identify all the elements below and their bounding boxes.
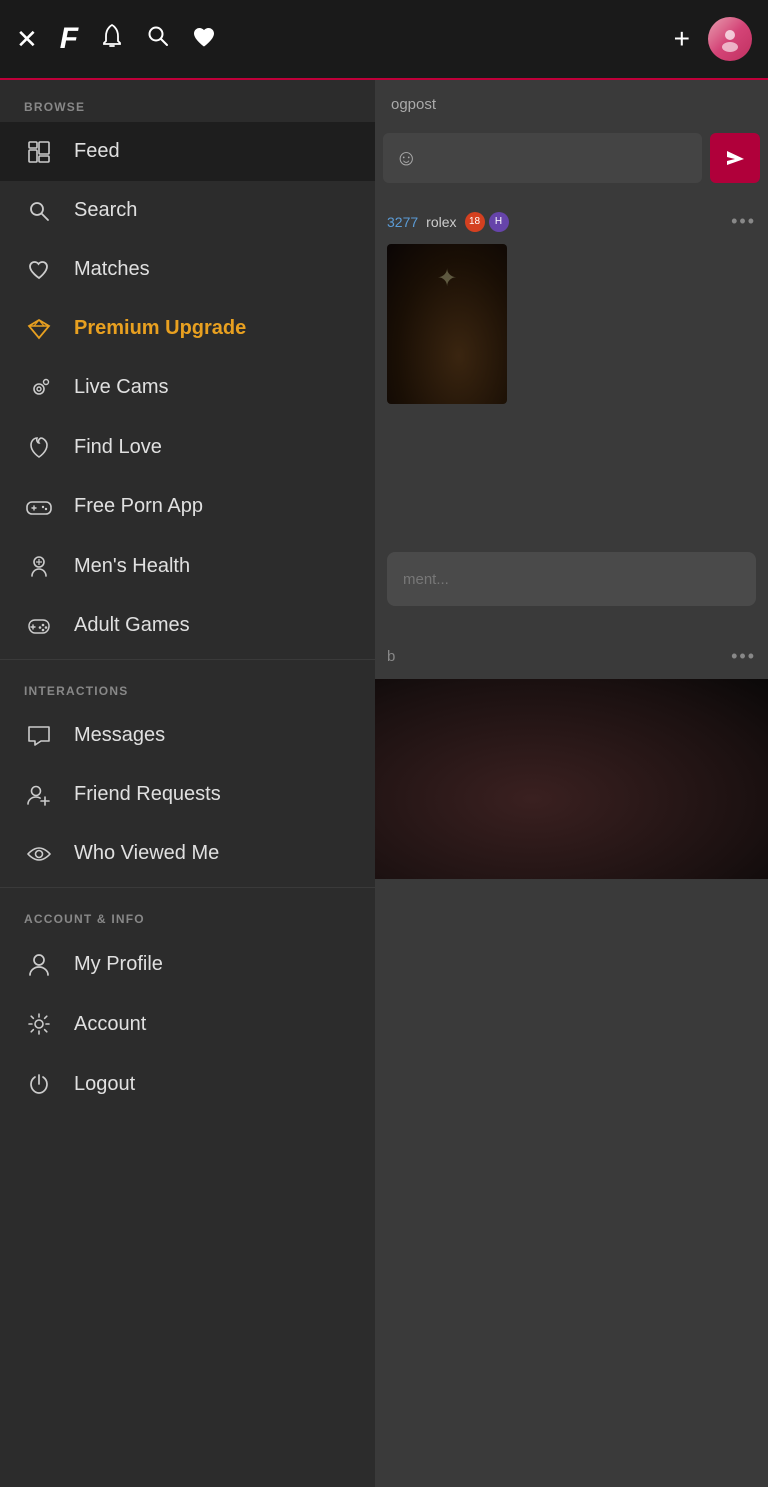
- whoviewedme-label: Who Viewed Me: [74, 842, 219, 865]
- comment-input[interactable]: ment...: [387, 552, 756, 606]
- post-user-num: 3277: [387, 214, 418, 230]
- sidebar-item-feed[interactable]: Feed: [0, 122, 375, 181]
- post-header-1: 3277 rolex 18 H •••: [375, 199, 768, 240]
- interactions-section-label: INTERACTIONS: [0, 664, 375, 706]
- post-image-1: ✦: [387, 244, 507, 404]
- sidebar-item-adultgames[interactable]: Adult Games: [0, 596, 375, 655]
- browse-section-label: BROWSE: [0, 80, 375, 122]
- search-menu-icon: [24, 200, 54, 222]
- findlove-label: Find Love: [74, 436, 162, 459]
- sidebar-item-findlove[interactable]: Find Love: [0, 417, 375, 477]
- post-badges: 18 H: [465, 212, 509, 232]
- divider-1: [0, 659, 375, 660]
- controller-icon: [24, 617, 54, 635]
- post2-image: [375, 679, 768, 879]
- sidebar-item-friendrequests[interactable]: Friend Requests: [0, 765, 375, 824]
- post-image-inner: ✦: [387, 244, 507, 404]
- camera-icon: [24, 377, 54, 399]
- diamond-icon: [24, 318, 54, 340]
- comment-area: ment...: [375, 540, 768, 618]
- notification-icon[interactable]: [100, 23, 124, 55]
- sidebar: BROWSE Feed Search: [0, 80, 375, 1487]
- search-label: Search: [74, 199, 137, 222]
- post2-header: b •••: [375, 634, 768, 679]
- emoji-button[interactable]: ☺: [395, 145, 417, 171]
- power-icon: [24, 1072, 54, 1096]
- post-username: rolex: [426, 214, 456, 230]
- post2-user: b: [387, 648, 395, 665]
- sidebar-item-menshealth[interactable]: Men's Health: [0, 536, 375, 596]
- content-mid: [375, 412, 768, 532]
- sidebar-item-logout[interactable]: Logout: [0, 1054, 375, 1114]
- flame-icon: [24, 435, 54, 459]
- friendrequests-label: Friend Requests: [74, 783, 221, 806]
- matches-label: Matches: [74, 258, 150, 281]
- add-icon[interactable]: +: [674, 23, 690, 55]
- post2-image-inner: [375, 679, 768, 879]
- eye-icon: [24, 845, 54, 863]
- header-left-icons: ✕ F: [16, 22, 216, 56]
- logo-icon[interactable]: F: [60, 22, 78, 56]
- header-bar: ✕ F +: [0, 0, 768, 80]
- feed-icon: [24, 141, 54, 163]
- matches-icon: [24, 260, 54, 280]
- sidebar-item-freeporn[interactable]: Free Porn App: [0, 477, 375, 536]
- sidebar-item-messages[interactable]: Messages: [0, 706, 375, 765]
- sidebar-item-account[interactable]: Account: [0, 994, 375, 1054]
- text-input-row: ☺: [375, 125, 768, 191]
- adduser-icon: [24, 784, 54, 806]
- comment-placeholder: ment...: [403, 571, 449, 588]
- messages-label: Messages: [74, 724, 165, 747]
- favorites-icon[interactable]: [192, 24, 216, 55]
- account-section-label: ACCOUNT & INFO: [0, 892, 375, 934]
- sidebar-item-myprofile[interactable]: My Profile: [0, 934, 375, 994]
- chat-icon: [24, 725, 54, 747]
- account-label: Account: [74, 1013, 146, 1036]
- avatar[interactable]: [708, 17, 752, 61]
- send-button[interactable]: [710, 133, 760, 183]
- gamepad-icon: [24, 498, 54, 516]
- post-card-2: b •••: [375, 634, 768, 879]
- post-more-options[interactable]: •••: [731, 211, 756, 232]
- post2-more-options[interactable]: •••: [731, 646, 756, 667]
- blogpost-header: ogpost: [375, 80, 768, 125]
- freeporn-label: Free Porn App: [74, 495, 203, 518]
- header-right-icons: +: [674, 17, 752, 61]
- search-icon[interactable]: [146, 24, 170, 55]
- sidebar-item-search[interactable]: Search: [0, 181, 375, 240]
- content-area: ogpost ☺ 3277 rolex 18 H •••: [375, 80, 768, 1487]
- menshealth-label: Men's Health: [74, 555, 190, 578]
- sidebar-item-matches[interactable]: Matches: [0, 240, 375, 299]
- divider-2: [0, 887, 375, 888]
- badge-orange: 18: [465, 212, 485, 232]
- badge-purple: H: [489, 212, 509, 232]
- sidebar-item-livecams[interactable]: Live Cams: [0, 358, 375, 417]
- premium-label: Premium Upgrade: [74, 317, 246, 340]
- main-container: BROWSE Feed Search: [0, 80, 768, 1487]
- text-input-box: ☺: [383, 133, 702, 183]
- close-icon[interactable]: ✕: [16, 24, 38, 55]
- gear-icon: [24, 1012, 54, 1036]
- feed-label: Feed: [74, 140, 120, 163]
- post-card-1: 3277 rolex 18 H ••• ✦: [375, 199, 768, 404]
- sidebar-item-premium[interactable]: Premium Upgrade: [0, 299, 375, 358]
- myprofile-label: My Profile: [74, 953, 163, 976]
- blogpost-label: ogpost: [391, 96, 436, 113]
- sidebar-item-whoviewedme[interactable]: Who Viewed Me: [0, 824, 375, 883]
- adultgames-label: Adult Games: [74, 614, 190, 637]
- health-icon: [24, 554, 54, 578]
- person-icon: [24, 952, 54, 976]
- livecams-label: Live Cams: [74, 376, 168, 399]
- post-image-sparkle: ✦: [437, 264, 457, 293]
- logout-label: Logout: [74, 1073, 135, 1096]
